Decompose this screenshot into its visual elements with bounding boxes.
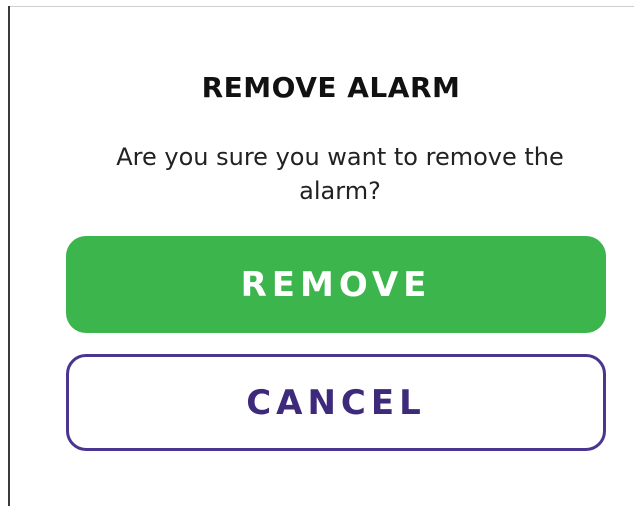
screen: REMOVE ALARM Are you sure you want to re…: [0, 0, 634, 506]
remove-alarm-dialog: REMOVE ALARM Are you sure you want to re…: [10, 7, 634, 506]
remove-button[interactable]: REMOVE: [66, 236, 606, 333]
cancel-button[interactable]: CANCEL: [66, 354, 606, 451]
dialog-title: REMOVE ALARM: [201, 71, 461, 104]
dialog-message: Are you sure you want to remove the alar…: [116, 143, 564, 205]
